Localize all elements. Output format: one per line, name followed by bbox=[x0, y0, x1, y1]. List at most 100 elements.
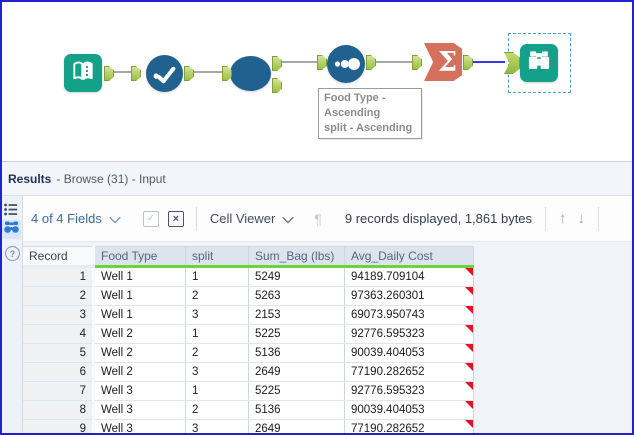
cell[interactable]: 5225 bbox=[248, 381, 345, 401]
annotation-line: Food Type - bbox=[324, 92, 386, 104]
summarize-tool[interactable]: Σ bbox=[424, 43, 462, 81]
cell[interactable]: 3 bbox=[185, 419, 249, 435]
metadata-list-icon[interactable] bbox=[0, 203, 22, 216]
column-header-avg-daily-cost[interactable]: Avg_Daily Cost bbox=[344, 246, 474, 268]
cell[interactable]: 1 bbox=[185, 381, 249, 401]
select-tool[interactable] bbox=[146, 55, 183, 92]
record-cell[interactable]: 3 bbox=[22, 305, 95, 325]
table-row: 3 Well 1 3 2153 69073.950743 bbox=[22, 305, 474, 325]
cancel-button[interactable]: × bbox=[167, 210, 184, 227]
record-cell[interactable]: 7 bbox=[22, 381, 95, 401]
cell-viewer-dropdown[interactable]: Cell Viewer bbox=[210, 211, 295, 226]
cell[interactable]: 5136 bbox=[248, 400, 345, 420]
column-header-sum-bag[interactable]: Sum_Bag (lbs) bbox=[248, 246, 345, 268]
close-icon: × bbox=[172, 212, 180, 225]
record-cell[interactable]: 6 bbox=[22, 362, 95, 382]
help-glyph: ? bbox=[9, 248, 16, 259]
scroll-down-button[interactable]: ↓ bbox=[578, 211, 586, 226]
output-anchor[interactable] bbox=[104, 66, 114, 81]
input-anchor[interactable] bbox=[412, 55, 422, 70]
column-header-food-type[interactable]: Food Type bbox=[93, 246, 186, 268]
sigma-icon: Σ bbox=[437, 46, 458, 78]
connection-line[interactable] bbox=[374, 61, 412, 63]
blue-circle-tool[interactable] bbox=[230, 56, 271, 91]
scroll-up-button[interactable]: ↑ bbox=[559, 211, 567, 226]
input-anchor[interactable] bbox=[131, 66, 141, 81]
apply-button[interactable]: ✓ bbox=[142, 210, 159, 227]
cell[interactable]: Well 1 bbox=[93, 305, 186, 325]
cell[interactable]: Well 2 bbox=[93, 343, 186, 363]
cell[interactable]: 1 bbox=[185, 324, 249, 344]
output-anchor[interactable] bbox=[184, 66, 194, 81]
cell[interactable]: 2649 bbox=[248, 419, 345, 435]
cell[interactable]: Well 1 bbox=[93, 266, 186, 287]
results-panel-header[interactable]: Results - Browse (31) - Input bbox=[0, 161, 634, 196]
cell[interactable]: 90039.404053 bbox=[344, 343, 474, 363]
record-cell[interactable]: 9 bbox=[22, 419, 95, 435]
table-row: 9 Well 3 3 2649 77190.282652 bbox=[22, 419, 474, 435]
fields-dropdown[interactable]: 4 of 4 Fields bbox=[31, 211, 121, 226]
cell[interactable]: Well 2 bbox=[93, 324, 186, 344]
cell[interactable]: 5263 bbox=[248, 286, 345, 306]
select-check-icon bbox=[146, 66, 183, 96]
cell[interactable]: Well 3 bbox=[93, 400, 186, 420]
pilcrow-toggle[interactable]: ¶ bbox=[314, 211, 322, 227]
cell[interactable]: 69073.950743 bbox=[344, 305, 474, 325]
error-flag-icon bbox=[465, 363, 473, 371]
cell[interactable]: 2153 bbox=[248, 305, 345, 325]
connection-line[interactable] bbox=[280, 61, 317, 63]
column-header-split[interactable]: split bbox=[185, 246, 249, 268]
connection-line-selected[interactable] bbox=[471, 61, 505, 63]
cell[interactable]: Well 1 bbox=[93, 286, 186, 306]
help-icon[interactable]: ? bbox=[5, 246, 20, 261]
sort-annotation[interactable]: Food Type - Ascending split - Ascending bbox=[318, 88, 422, 139]
cell[interactable]: 97363.260301 bbox=[344, 286, 474, 306]
record-cell[interactable]: 2 bbox=[22, 286, 95, 306]
check-icon: ✓ bbox=[146, 213, 156, 224]
record-cell[interactable]: 4 bbox=[22, 324, 95, 344]
cell[interactable]: 90039.404053 bbox=[344, 400, 474, 420]
cell[interactable]: Well 2 bbox=[93, 362, 186, 382]
arrow-up-icon: ↑ bbox=[559, 210, 567, 227]
error-flag-icon bbox=[465, 344, 473, 352]
toolbar-separator bbox=[195, 206, 197, 231]
column-header-record[interactable]: Record bbox=[22, 246, 95, 268]
cell[interactable]: 5136 bbox=[248, 343, 345, 363]
cell[interactable]: 2 bbox=[185, 286, 249, 306]
cell[interactable]: 94189.709104 bbox=[344, 266, 474, 287]
cell[interactable]: 5225 bbox=[248, 324, 345, 344]
cell-value: 92776.595323 bbox=[351, 328, 425, 340]
record-cell[interactable]: 5 bbox=[22, 343, 95, 363]
cell[interactable]: 92776.595323 bbox=[344, 324, 474, 344]
results-table: Record Food Type split Sum_Bag (lbs) Avg… bbox=[22, 246, 474, 435]
cell[interactable]: 3 bbox=[185, 362, 249, 382]
cell[interactable]: 3 bbox=[185, 305, 249, 325]
cell[interactable]: 77190.282652 bbox=[344, 362, 474, 382]
connection-line[interactable] bbox=[192, 71, 222, 73]
cell[interactable]: 2 bbox=[185, 343, 249, 363]
output-anchor[interactable] bbox=[272, 78, 282, 93]
record-cell[interactable]: 1 bbox=[22, 266, 95, 287]
cell-value: 97363.260301 bbox=[351, 290, 425, 302]
pilcrow-icon: ¶ bbox=[314, 210, 322, 227]
output-anchor[interactable] bbox=[463, 55, 473, 70]
output-anchor[interactable] bbox=[272, 56, 282, 71]
error-flag-icon bbox=[465, 325, 473, 333]
cell[interactable]: 5249 bbox=[248, 266, 345, 287]
cell[interactable]: 2649 bbox=[248, 362, 345, 382]
browse-view-tab[interactable] bbox=[2, 220, 21, 239]
cell[interactable]: Well 3 bbox=[93, 419, 186, 435]
cell[interactable]: 2 bbox=[185, 400, 249, 420]
record-cell[interactable]: 8 bbox=[22, 400, 95, 420]
output-anchor[interactable] bbox=[366, 55, 376, 70]
workflow-canvas[interactable]: Food Type - Ascending split - Ascending … bbox=[0, 0, 634, 161]
cell[interactable]: 1 bbox=[185, 266, 249, 287]
input-data-tool[interactable] bbox=[64, 54, 102, 92]
records-summary: 9 records displayed, 1,861 bytes bbox=[344, 211, 533, 226]
cell[interactable]: 92776.595323 bbox=[344, 381, 474, 401]
input-anchor[interactable] bbox=[317, 55, 327, 70]
sort-tool[interactable] bbox=[327, 45, 365, 83]
cell[interactable]: Well 3 bbox=[93, 381, 186, 401]
input-data-icon bbox=[68, 56, 98, 91]
cell[interactable]: 77190.282652 bbox=[344, 419, 474, 435]
